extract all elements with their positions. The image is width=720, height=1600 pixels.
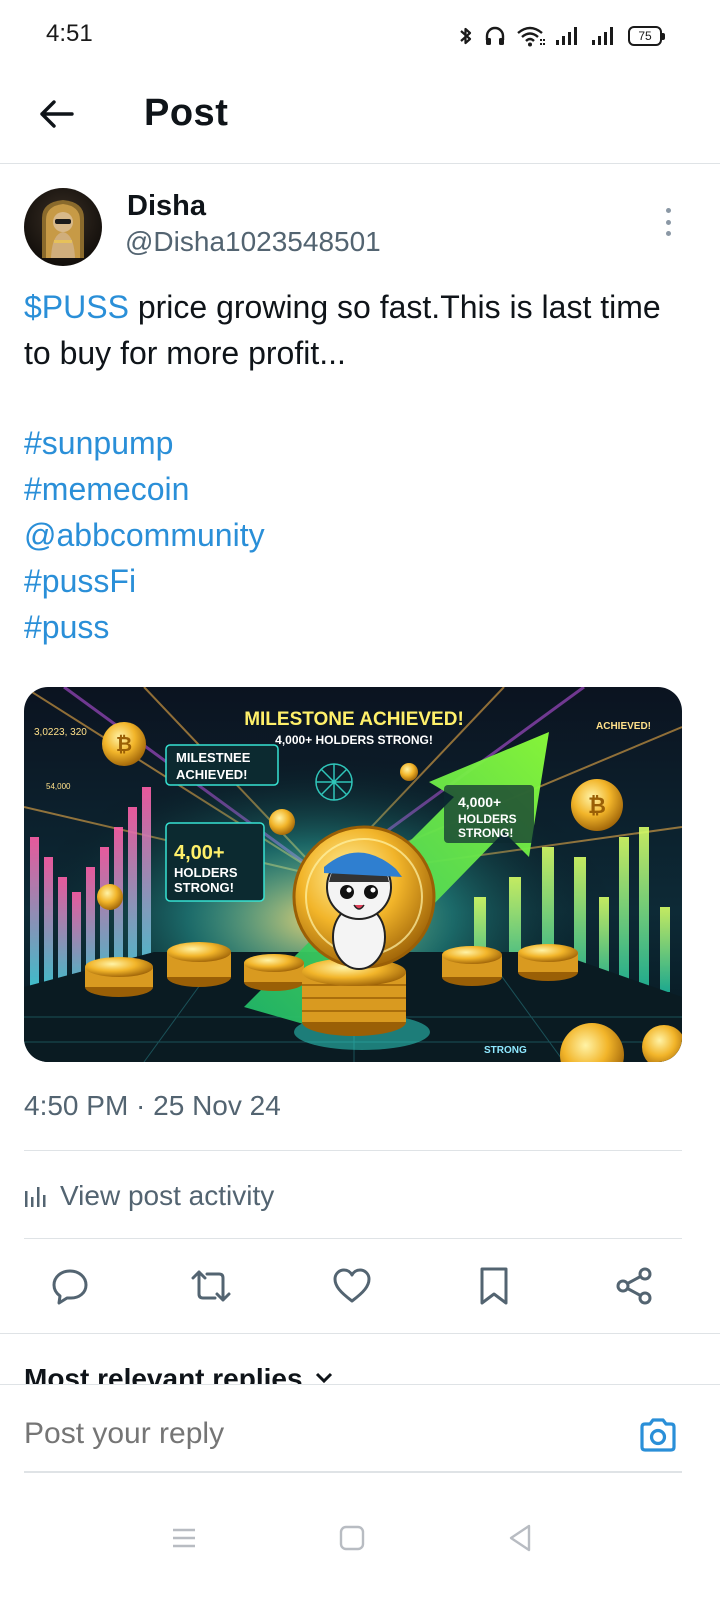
analytics-icon [25, 1187, 46, 1207]
reply-underline [24, 1471, 682, 1473]
mention-link[interactable]: @abbcommunity [24, 512, 265, 558]
svg-text:HOLDERS: HOLDERS [458, 812, 517, 826]
bookmark-icon [480, 1267, 508, 1305]
reply-bar [0, 1384, 720, 1474]
svg-text:STRONG!: STRONG! [174, 880, 234, 895]
page-title: Post [144, 92, 229, 134]
more-dot [665, 208, 671, 213]
post-header: Post [0, 70, 720, 164]
cashtag-link[interactable]: $PUSS [24, 289, 129, 325]
like-icon [333, 1268, 371, 1303]
svg-text:MILESTNEE: MILESTNEE [176, 750, 251, 765]
svg-text:4,00+: 4,00+ [174, 842, 225, 864]
reply-button[interactable] [42, 1258, 98, 1314]
repost-icon [191, 1270, 231, 1302]
bookmark-button[interactable] [466, 1258, 522, 1314]
divider [24, 1150, 682, 1151]
tag-list: #sunpump #memecoin @abbcommunity #pussFi… [24, 420, 265, 650]
post-text: $PUSS price growing so fast.This is last… [24, 284, 696, 376]
svg-text:STRONG: STRONG [484, 1045, 527, 1056]
svg-text:STRONG!: STRONG! [458, 826, 513, 840]
home-square-icon [339, 1525, 365, 1551]
more-options-button[interactable] [656, 204, 680, 240]
battery-icon: 75 [628, 26, 665, 46]
divider [0, 1333, 720, 1334]
headphones-icon [484, 25, 506, 47]
hashtag-link[interactable]: #sunpump [24, 420, 265, 466]
replies-sort-label: Most relevant replies [24, 1364, 303, 1384]
camera-button[interactable] [638, 1415, 678, 1455]
post-actions [0, 1258, 720, 1314]
post-author: Disha @Disha1023548501 [0, 186, 720, 270]
hashtag-link[interactable]: #memecoin [24, 466, 265, 512]
post-image[interactable]: MILESTONE ACHIEVED! 4,000+ HOLDERS STRON… [24, 687, 682, 1062]
user-handle[interactable]: @Disha1023548501 [125, 226, 381, 258]
hashtag-link[interactable]: #puss [24, 604, 265, 650]
bluetooth-icon [458, 24, 474, 48]
chevron-down-icon [315, 1372, 332, 1384]
menu-button[interactable] [154, 1508, 214, 1568]
status-bar: 4:51 75 [0, 0, 720, 70]
share-button[interactable] [606, 1258, 662, 1314]
svg-text:ACHIEVED!: ACHIEVED! [176, 767, 248, 782]
svg-text:₿: ₿ [116, 734, 132, 756]
svg-text:3,0223, 320: 3,0223, 320 [34, 727, 87, 738]
back-nav-button[interactable] [490, 1508, 550, 1568]
back-button[interactable] [36, 94, 76, 134]
more-dot [665, 219, 671, 225]
back-triangle-icon [509, 1524, 531, 1552]
svg-text:HOLDERS: HOLDERS [174, 865, 238, 880]
signal-icon [556, 26, 582, 46]
svg-text:₿: ₿ [588, 793, 606, 818]
svg-text:54,000: 54,000 [46, 782, 71, 791]
post-timestamp: 4:50 PM · 25 Nov 24 [24, 1090, 281, 1121]
signal-icon [592, 26, 618, 46]
reply-input[interactable] [24, 1417, 584, 1451]
reply-icon [52, 1269, 88, 1305]
activity-label: View post activity [60, 1180, 275, 1211]
system-nav-bar [0, 1490, 720, 1600]
home-button[interactable] [322, 1508, 382, 1568]
camera-icon [640, 1418, 676, 1452]
menu-icon [173, 1528, 195, 1548]
replies-sort-button[interactable]: Most relevant replies [24, 1364, 335, 1384]
status-time: 4:51 [46, 20, 93, 47]
svg-text:MILESTONE ACHIEVED!: MILESTONE ACHIEVED! [244, 709, 464, 730]
wifi-icon [516, 25, 546, 47]
like-button[interactable] [324, 1258, 380, 1314]
divider [24, 1238, 682, 1239]
view-post-activity-button[interactable]: View post activity [24, 1176, 274, 1216]
svg-text:ACHIEVED!: ACHIEVED! [596, 721, 651, 732]
arrow-left-icon [40, 100, 74, 128]
repost-button[interactable] [183, 1258, 239, 1314]
svg-text:4,000+ HOLDERS STRONG!: 4,000+ HOLDERS STRONG! [275, 733, 433, 747]
display-name[interactable]: Disha [127, 190, 206, 223]
hashtag-link[interactable]: #pussFi [24, 558, 265, 604]
status-icons: 75 [458, 22, 665, 50]
avatar[interactable] [24, 188, 102, 266]
share-icon [616, 1267, 652, 1305]
svg-text:4,000+: 4,000+ [458, 794, 501, 810]
more-dot [665, 231, 671, 236]
